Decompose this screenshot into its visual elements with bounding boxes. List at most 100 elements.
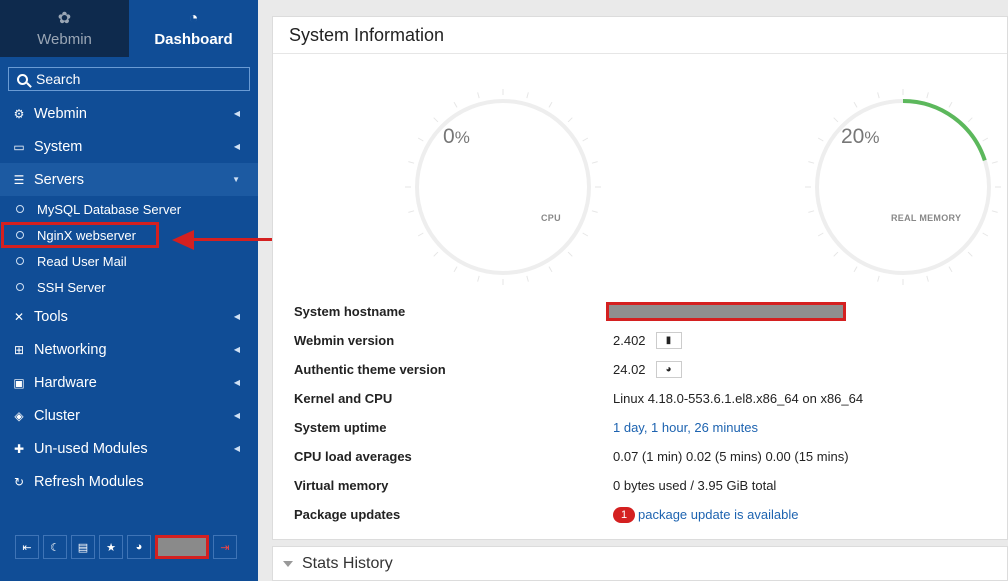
- panel-title: System Information: [273, 17, 1007, 54]
- chevron-left-icon: ◀: [233, 312, 240, 321]
- gauge-tick: [853, 266, 858, 273]
- memory-gauge-value: 20%: [841, 125, 879, 149]
- info-row-package-updates: Package updates 1 package update is avail…: [294, 500, 1004, 529]
- info-row-webmin-version: Webmin version 2.402 ▮: [294, 326, 1004, 355]
- gauge-tick: [408, 161, 415, 164]
- sidebar-item-tools[interactable]: ✕ Tools ◀: [0, 300, 258, 333]
- info-key: Virtual memory: [294, 478, 389, 493]
- terminal-button[interactable]: ▤: [71, 535, 95, 559]
- gear-icon: ⚙: [13, 106, 25, 121]
- gauge-tick: [591, 210, 598, 213]
- gauge-tick: [433, 251, 439, 257]
- sidebar-subitem-mail[interactable]: Read User Mail: [0, 248, 258, 274]
- info-value: [606, 302, 846, 321]
- chevron-left-icon: ◀: [233, 378, 240, 387]
- gauge-tick: [453, 101, 458, 108]
- info-value: 24.02 ◕: [613, 361, 682, 378]
- tab-dashboard[interactable]: ◔ Dashboard: [129, 0, 258, 57]
- uptime-link[interactable]: 1 day, 1 hour, 26 minutes: [613, 420, 758, 435]
- gauge-tick: [948, 266, 953, 273]
- search-icon: [17, 73, 28, 85]
- favorites-button[interactable]: ★: [99, 535, 123, 559]
- sidebar: ✿ Webmin ◔ Dashboard Search ⚙ Webmin ◀ ▭…: [0, 0, 258, 581]
- gauge-tick: [967, 117, 973, 123]
- info-key: Kernel and CPU: [294, 391, 393, 406]
- info-row-theme-version: Authentic theme version 24.02 ◕: [294, 355, 1004, 384]
- memory-value: 20: [841, 125, 865, 148]
- sidebar-subitem-label: Read User Mail: [37, 253, 127, 269]
- logout-button[interactable]: ⇥: [213, 535, 237, 559]
- tab-webmin-label: Webmin: [37, 31, 92, 48]
- sidebar-subitem-label: NginX webserver: [37, 227, 136, 243]
- book-icon: ▮: [665, 335, 672, 346]
- sidebar-subitem-nginx[interactable]: NginX webserver: [1, 222, 159, 248]
- dashboard-gauge-icon: ◔: [188, 10, 199, 27]
- user-button[interactable]: [155, 535, 209, 559]
- hdd-icon: ▣: [13, 375, 25, 390]
- info-value: Linux 4.18.0-553.6.1.el8.x86_64 on x86_6…: [613, 391, 864, 406]
- info-key: Authentic theme version: [294, 362, 446, 377]
- chevron-down-icon: ▼: [232, 175, 240, 184]
- chevron-left-icon: ◀: [233, 444, 240, 453]
- sidebar-subitem-label: SSH Server: [37, 279, 106, 295]
- gauge-tick: [926, 92, 929, 99]
- circle-icon: [16, 257, 24, 265]
- gauge-tick: [982, 232, 989, 237]
- changelog-button[interactable]: ▮: [655, 332, 682, 349]
- search-input[interactable]: Search: [8, 67, 250, 91]
- package-updates-link[interactable]: 1 package update is available: [613, 506, 799, 523]
- theme-config-button[interactable]: ◕: [127, 535, 151, 559]
- sidebar-item-label: Hardware: [34, 374, 97, 391]
- tab-webmin[interactable]: ✿ Webmin: [0, 0, 129, 57]
- sidebar-item-system[interactable]: ▭ System ◀: [0, 130, 258, 163]
- sidebar-item-hardware[interactable]: ▣ Hardware ◀: [0, 366, 258, 399]
- laptop-icon: ▭: [13, 139, 25, 154]
- gauge-tick: [477, 275, 480, 282]
- sidebar-item-networking[interactable]: ⊞ Networking ◀: [0, 333, 258, 366]
- system-information-panel: System Information 0% CPU 20% REAL MEMOR…: [272, 16, 1008, 540]
- cpu-gauge-label: CPU: [541, 213, 561, 223]
- info-row-uptime: System uptime 1 day, 1 hour, 26 minutes: [294, 413, 1004, 442]
- package-updates-text: package update is available: [638, 507, 799, 522]
- night-mode-button[interactable]: ☾: [43, 535, 67, 559]
- info-key: CPU load averages: [294, 449, 412, 464]
- sidebar-item-servers[interactable]: ☰ Servers ▼: [0, 163, 258, 196]
- sidebar-subitem-mysql[interactable]: MySQL Database Server: [0, 196, 258, 222]
- sidebar-item-label: Networking: [34, 341, 107, 358]
- stats-history-panel[interactable]: Stats History: [272, 546, 1008, 581]
- collapse-sidebar-button[interactable]: ⇤: [15, 535, 39, 559]
- theme-version-value: 24.02: [613, 362, 646, 377]
- gauge-tick: [526, 92, 529, 99]
- star-icon: ★: [106, 541, 116, 554]
- info-value: 2.402 ▮: [613, 332, 682, 349]
- theme-settings-button[interactable]: ◕: [655, 361, 682, 378]
- info-value: 0 bytes used / 3.95 GiB total: [613, 478, 777, 493]
- sidebar-subitem-ssh[interactable]: SSH Server: [0, 274, 258, 300]
- gauge-tick: [433, 117, 439, 123]
- hostname-redacted: [606, 302, 846, 321]
- memory-gauge-svg: [805, 89, 1001, 285]
- stats-history-title: Stats History: [302, 554, 393, 572]
- gauge-tick: [948, 101, 953, 108]
- webmin-logo-icon: ✿: [57, 10, 72, 27]
- cpu-gauge-svg: [405, 89, 601, 285]
- sidebar-subitem-label: MySQL Database Server: [37, 201, 182, 217]
- info-row-load: CPU load averages 0.07 (1 min) 0.02 (5 m…: [294, 442, 1004, 471]
- sidebar-item-webmin[interactable]: ⚙ Webmin ◀: [0, 97, 258, 130]
- memory-gauge-arc: [902, 99, 987, 162]
- chevron-down-icon: [283, 560, 293, 567]
- chevron-left-icon: ◀: [233, 345, 240, 354]
- sidebar-item-cluster[interactable]: ◈ Cluster ◀: [0, 399, 258, 432]
- logout-icon: ⇥: [220, 541, 230, 554]
- server-icon: ☰: [13, 172, 25, 187]
- sidebar-item-label: System: [34, 138, 83, 155]
- gauge-tick: [591, 161, 598, 164]
- gauge-tick: [582, 137, 589, 142]
- sidebar-item-refresh-modules[interactable]: ↻ Refresh Modules: [0, 465, 258, 498]
- gauge-tick: [567, 251, 573, 257]
- info-row-hostname: System hostname: [294, 297, 1004, 326]
- gauge-tick: [853, 101, 858, 108]
- sidebar-item-unused-modules[interactable]: ✚ Un-used Modules ◀: [0, 432, 258, 465]
- terminal-icon: ▤: [77, 541, 89, 554]
- info-row-virtual-memory: Virtual memory 0 bytes used / 3.95 GiB t…: [294, 471, 1004, 500]
